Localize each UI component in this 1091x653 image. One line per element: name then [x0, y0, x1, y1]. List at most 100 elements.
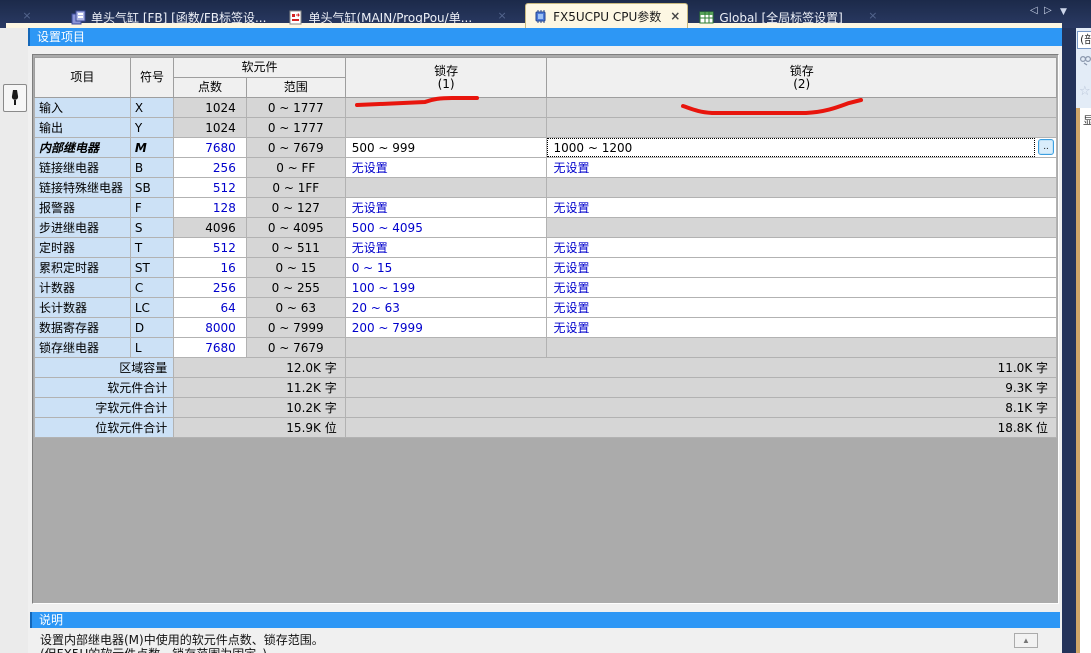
device-row: 计数器C2560 ~ 255100 ~ 199无设置: [35, 278, 1057, 298]
document-tab-active[interactable]: FX5UCPU CPU参数 ×: [525, 3, 688, 28]
symbol-cell: ST: [130, 258, 173, 278]
latch2-cell-fixed: [547, 118, 1057, 138]
item-cell: 内部继电器: [35, 138, 131, 158]
header-latch1-title: 锁存: [434, 64, 458, 78]
item-cell: 链接继电器: [35, 158, 131, 178]
latch2-cell-no-setting[interactable]: 无设置: [547, 198, 1057, 218]
points-cell[interactable]: 16: [174, 258, 247, 278]
tab-label: Global [全局标签设置]: [719, 9, 842, 26]
points-cell[interactable]: 64: [174, 298, 247, 318]
latch2-cell-no-setting[interactable]: 无设置: [547, 278, 1057, 298]
device-row: 锁存继电器L76800 ~ 7679: [35, 338, 1057, 358]
summary-label-cell: 区域容量: [35, 358, 174, 378]
note-title: 说明: [39, 613, 63, 627]
display-target-tab[interactable]: 显: [1083, 112, 1091, 128]
item-cell: 计数器: [35, 278, 131, 298]
latch1-cell-no-setting[interactable]: 无设置: [345, 198, 547, 218]
tab-scroll-right-icon[interactable]: ▷: [1044, 5, 1052, 16]
summary-device-total-cell: 15.9K 位: [174, 418, 346, 438]
summary-row: 区域容量12.0K 字11.0K 字: [35, 358, 1057, 378]
latch1-cell-range[interactable]: 100 ~ 199: [345, 278, 547, 298]
device-row: 定时器T5120 ~ 511无设置无设置: [35, 238, 1057, 258]
range-cell: 0 ~ 127: [246, 198, 345, 218]
tab-scroll-left-icon[interactable]: ◁: [1030, 5, 1038, 16]
find-icon[interactable]: [1079, 54, 1091, 69]
latch2-cell-fixed: [547, 338, 1057, 358]
latch1-cell-no-setting[interactable]: 无设置: [345, 238, 547, 258]
latch2-cell-no-setting[interactable]: 无设置: [547, 318, 1057, 338]
side-tool-button[interactable]: [3, 84, 27, 112]
range-cell: 0 ~ 7679: [246, 138, 345, 158]
points-cell[interactable]: 256: [174, 278, 247, 298]
range-cell: 0 ~ 511: [246, 238, 345, 258]
range-cell: 0 ~ 4095: [246, 218, 345, 238]
item-cell: 输出: [35, 118, 131, 138]
points-cell[interactable]: 8000: [174, 318, 247, 338]
element-search-input[interactable]: (部: [1077, 31, 1091, 49]
range-cell: 0 ~ 1777: [246, 118, 345, 138]
device-row: 链接继电器B2560 ~ FF无设置无设置: [35, 158, 1057, 178]
note-body: 设置内部继电器(M)中使用的软元件点数、锁存范围。 (但FX5U的软元件点数、锁…: [30, 628, 1060, 653]
left-rail: [0, 28, 29, 653]
points-cell[interactable]: 7680: [174, 338, 247, 358]
points-cell[interactable]: 128: [174, 198, 247, 218]
symbol-cell: C: [130, 278, 173, 298]
document-tab[interactable]: 单头气缸(MAIN/ProgPou/单...: [281, 7, 479, 28]
latch2-cell-no-setting[interactable]: 无设置: [547, 258, 1057, 278]
ghost-close-icon: ×: [4, 9, 50, 22]
note-text-line2: (但FX5U的软元件点数、锁存范围为固定。): [40, 645, 267, 653]
settings-title: 设置项目: [37, 30, 85, 44]
browse-button[interactable]: ..: [1038, 139, 1054, 155]
device-row: 内部继电器M76800 ~ 7679500 ~ 9991000 ~ 1200..: [35, 138, 1057, 158]
latch2-cell-no-setting[interactable]: 无设置: [547, 158, 1057, 178]
latch1-cell-range[interactable]: 20 ~ 63: [345, 298, 547, 318]
latch2-cell-no-setting[interactable]: 无设置: [547, 238, 1057, 258]
header-latch2: 锁存 (2): [547, 58, 1057, 98]
latch2-cell-editing[interactable]: 1000 ~ 1200..: [547, 138, 1057, 158]
summary-latch-total-cell: 11.0K 字: [345, 358, 1056, 378]
device-row: 步进继电器S40960 ~ 4095500 ~ 4095: [35, 218, 1057, 238]
device-row: 输入X10240 ~ 1777: [35, 98, 1057, 118]
latch1-cell-no-setting[interactable]: 无设置: [345, 158, 547, 178]
header-symbol: 符号: [130, 58, 173, 98]
symbol-cell: SB: [130, 178, 173, 198]
latch-range-edit-field[interactable]: 1000 ~ 1200: [547, 138, 1035, 157]
points-cell[interactable]: 7680: [174, 138, 247, 158]
table-background-area: 项目 符号 软元件 锁存 (1) 锁存 (2) 点数: [32, 54, 1059, 604]
item-cell: 长计数器: [35, 298, 131, 318]
latch1-cell-range[interactable]: 0 ~ 15: [345, 258, 547, 278]
latch2-cell-no-setting[interactable]: 无设置: [547, 298, 1057, 318]
document-tab[interactable]: Global [全局标签设置]: [692, 7, 849, 28]
tab-label: FX5UCPU CPU参数: [553, 8, 661, 25]
latch1-cell-range[interactable]: 500 ~ 4095: [345, 218, 547, 238]
tab-close-icon[interactable]: ×: [670, 9, 680, 23]
symbol-cell: L: [130, 338, 173, 358]
favorites-star-icon[interactable]: ☆: [1079, 84, 1091, 99]
summary-device-total-cell: 12.0K 字: [174, 358, 346, 378]
summary-latch-total-cell: 8.1K 字: [345, 398, 1056, 418]
tab-label: 单头气缸(MAIN/ProgPou/单...: [308, 9, 472, 26]
device-row: 数据寄存器D80000 ~ 7999200 ~ 7999无设置: [35, 318, 1057, 338]
item-cell: 链接特殊继电器: [35, 178, 131, 198]
symbol-cell: Y: [130, 118, 173, 138]
latch1-cell-range[interactable]: 500 ~ 999: [345, 138, 547, 158]
tab-list-dropdown-icon[interactable]: ▼: [1060, 7, 1067, 17]
points-cell[interactable]: 256: [174, 158, 247, 178]
item-cell: 锁存继电器: [35, 338, 131, 358]
range-cell: 0 ~ 63: [246, 298, 345, 318]
symbol-cell: T: [130, 238, 173, 258]
ghost-close-icon: ×: [479, 9, 525, 22]
latch1-cell-range[interactable]: 200 ~ 7999: [345, 318, 547, 338]
points-cell[interactable]: 512: [174, 238, 247, 258]
points-cell[interactable]: 512: [174, 178, 247, 198]
latch1-cell-fixed: [345, 118, 547, 138]
device-row: 累积定时器ST160 ~ 150 ~ 15无设置: [35, 258, 1057, 278]
summary-row: 字软元件合计10.2K 字8.1K 字: [35, 398, 1057, 418]
range-cell: 0 ~ 1FF: [246, 178, 345, 198]
document-tab[interactable]: 单头气缸 [FB] [函数/FB标签设...: [64, 7, 273, 28]
summary-label-cell: 软元件合计: [35, 378, 174, 398]
latch2-cell-fixed: [547, 98, 1057, 118]
element-selection-panel: 部 (部 ☆ 显: [1076, 0, 1091, 653]
item-cell: 定时器: [35, 238, 131, 258]
note-collapse-button[interactable]: ▲: [1014, 633, 1038, 648]
